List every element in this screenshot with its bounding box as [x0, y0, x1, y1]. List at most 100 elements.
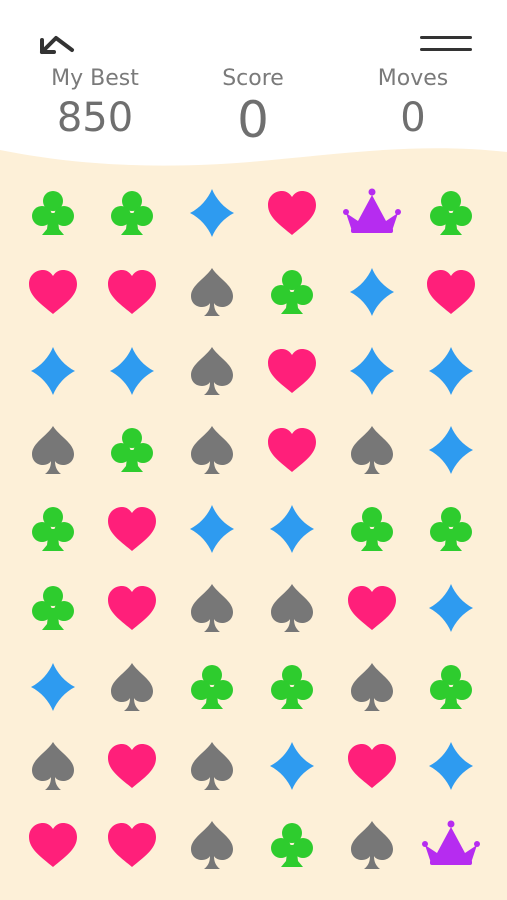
tile-heart[interactable]: [102, 262, 162, 322]
heart-icon: [108, 507, 156, 551]
diamond-icon: [350, 347, 394, 395]
tile-club[interactable]: [262, 815, 322, 875]
tile-spade[interactable]: [182, 262, 242, 322]
club-icon: [430, 507, 472, 551]
tile-diamond[interactable]: [102, 341, 162, 401]
spade-icon: [351, 426, 393, 474]
tile-club[interactable]: [23, 578, 83, 638]
club-icon: [111, 191, 153, 235]
spade-icon: [32, 426, 74, 474]
tile-club[interactable]: [262, 262, 322, 322]
spade-icon: [351, 663, 393, 711]
club-icon: [351, 507, 393, 551]
tile-diamond[interactable]: [421, 736, 481, 796]
tile-club[interactable]: [262, 657, 322, 717]
heart-icon: [348, 586, 396, 630]
spade-icon: [191, 742, 233, 790]
heart-icon: [108, 270, 156, 314]
tile-club[interactable]: [342, 499, 402, 559]
club-icon: [32, 586, 74, 630]
tile-crown[interactable]: [421, 815, 481, 875]
heart-icon: [29, 270, 77, 314]
heart-icon: [427, 270, 475, 314]
tile-heart[interactable]: [23, 815, 83, 875]
club-icon: [430, 191, 472, 235]
tile-heart[interactable]: [421, 262, 481, 322]
tile-spade[interactable]: [182, 815, 242, 875]
club-icon: [271, 823, 313, 867]
diamond-icon: [190, 505, 234, 553]
diamond-icon: [350, 268, 394, 316]
heart-icon: [268, 349, 316, 393]
club-icon: [111, 428, 153, 472]
spade-icon: [191, 426, 233, 474]
heart-icon: [29, 823, 77, 867]
tile-spade[interactable]: [182, 341, 242, 401]
club-icon: [32, 191, 74, 235]
tile-heart[interactable]: [102, 499, 162, 559]
tile-heart[interactable]: [342, 578, 402, 638]
tile-heart[interactable]: [342, 736, 402, 796]
tile-spade[interactable]: [182, 420, 242, 480]
tile-diamond[interactable]: [421, 578, 481, 638]
tile-diamond[interactable]: [262, 499, 322, 559]
diamond-icon: [190, 189, 234, 237]
tile-diamond[interactable]: [342, 341, 402, 401]
tile-spade[interactable]: [182, 736, 242, 796]
tile-diamond[interactable]: [23, 657, 83, 717]
crown-icon: [343, 188, 401, 233]
tile-spade[interactable]: [342, 815, 402, 875]
tile-spade[interactable]: [342, 657, 402, 717]
diamond-icon: [429, 347, 473, 395]
tile-heart[interactable]: [102, 578, 162, 638]
crown-icon: [422, 820, 480, 865]
diamond-icon: [429, 584, 473, 632]
tile-club[interactable]: [421, 499, 481, 559]
tile-heart[interactable]: [23, 262, 83, 322]
tile-club[interactable]: [421, 183, 481, 243]
tile-heart[interactable]: [102, 815, 162, 875]
spade-icon: [191, 347, 233, 395]
tile-club[interactable]: [23, 183, 83, 243]
tile-club[interactable]: [421, 657, 481, 717]
tile-spade[interactable]: [182, 578, 242, 638]
tile-club[interactable]: [23, 499, 83, 559]
tile-spade[interactable]: [262, 578, 322, 638]
tile-spade[interactable]: [23, 420, 83, 480]
tile-diamond[interactable]: [421, 341, 481, 401]
tile-club[interactable]: [102, 420, 162, 480]
tile-crown[interactable]: [342, 183, 402, 243]
spade-icon: [351, 821, 393, 869]
game-board: [0, 0, 507, 900]
spade-icon: [191, 268, 233, 316]
tile-spade[interactable]: [342, 420, 402, 480]
tile-diamond[interactable]: [342, 262, 402, 322]
diamond-icon: [110, 347, 154, 395]
tile-heart[interactable]: [262, 183, 322, 243]
tile-diamond[interactable]: [262, 736, 322, 796]
tile-club[interactable]: [102, 183, 162, 243]
spade-icon: [32, 742, 74, 790]
spade-icon: [111, 663, 153, 711]
heart-icon: [108, 744, 156, 788]
tile-diamond[interactable]: [421, 420, 481, 480]
tile-diamond[interactable]: [182, 183, 242, 243]
tile-heart[interactable]: [262, 341, 322, 401]
tile-diamond[interactable]: [23, 341, 83, 401]
spade-icon: [191, 821, 233, 869]
diamond-icon: [31, 347, 75, 395]
heart-icon: [268, 428, 316, 472]
heart-icon: [108, 823, 156, 867]
tile-heart[interactable]: [102, 736, 162, 796]
club-icon: [271, 665, 313, 709]
club-icon: [271, 270, 313, 314]
tile-heart[interactable]: [262, 420, 322, 480]
club-icon: [32, 507, 74, 551]
tile-spade[interactable]: [102, 657, 162, 717]
tile-diamond[interactable]: [182, 499, 242, 559]
tile-club[interactable]: [182, 657, 242, 717]
spade-icon: [191, 584, 233, 632]
tile-spade[interactable]: [23, 736, 83, 796]
diamond-icon: [429, 742, 473, 790]
diamond-icon: [270, 505, 314, 553]
